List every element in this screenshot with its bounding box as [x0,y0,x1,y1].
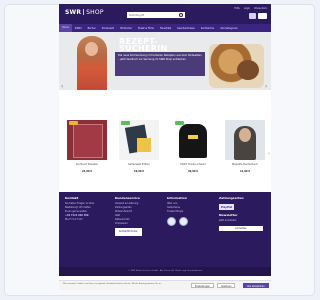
footer-link[interactable]: Impressum [115,222,157,226]
hero-person-image [77,36,107,90]
top-link-help[interactable]: Hilfe [234,7,239,10]
product-price: 19,90 € [133,170,145,173]
footer-newsletter-title: Newsletter [219,213,238,217]
product-image[interactable] [67,120,107,160]
hero-title: REZEPT- SUCHERIN [119,38,168,53]
logo-shop: SHOP [86,9,104,16]
product-card[interactable]: SWR3 Hoodie schwarz 49,90 € [173,120,213,176]
paypal-logo: PayPal [219,204,235,210]
nav-item-home[interactable]: Home [59,24,72,32]
trust-seal-icon[interactable] [167,217,176,226]
search-icon[interactable] [179,13,183,17]
product-image[interactable] [173,120,213,160]
product-badge [121,121,130,125]
nav-item-swr3[interactable]: SWR3 [72,27,85,30]
account-icon[interactable] [249,13,256,19]
nav-item-kids[interactable]: Kinderwelt [99,27,117,30]
footer-newsletter-text: Jetzt anmelden [219,219,237,222]
hero-food-image [209,44,264,88]
newsletter-button[interactable]: Anmelden [219,226,263,231]
hero-banner[interactable]: REZEPT- SUCHERIN Die neue Kochsendung mi… [59,32,271,90]
cookie-decline-button[interactable]: Ablehnen [217,283,236,288]
nav-item-all[interactable]: Alle Kategorien [217,27,241,30]
cookie-text: Wir verwenden Cookies, um Ihnen ein opti… [63,283,162,285]
footer-hours: Mo–Fr 9–17 Uhr [65,218,83,221]
account-cart-area [249,13,267,19]
nav-item-audiobooks[interactable]: Hörbücher [117,27,135,30]
search-input[interactable] [127,12,185,18]
header-bar: SWR SHOP Hilfe Login Warenkorb [59,4,271,24]
shop-page: SWR SHOP Hilfe Login Warenkorb Home SWR3 … [59,4,271,290]
paypal-label: PayPal [221,205,233,209]
footer-contact: Kontakt Sie haben Fragen zu Ihrer Bestel… [65,196,105,222]
footer-service-title: Kundenservice [115,196,140,200]
hero-prev-icon[interactable]: ‹ [61,84,65,90]
cookie-accept-button[interactable]: Alle akzeptieren [243,283,269,288]
footer-info-title: Information [167,196,187,200]
subfooter: © SWR Media Services GmbH · Alle Preise … [59,267,271,276]
footer-service: Kundenservice Versand & Lieferung Zahlun… [115,196,157,236]
product-card[interactable]: Kartenspiel Edition 19,90 € [119,120,159,176]
product-card[interactable]: Biografie Taschenbuch 12,00 € [225,120,265,176]
product-image[interactable] [225,120,265,160]
logo-divider [83,9,85,15]
footer-info: Information Über uns Gutscheine Trusted … [167,196,211,228]
certificate-seal-icon[interactable] [179,217,188,226]
product-name[interactable]: Kochbuch Klassiker [67,163,107,166]
product-name[interactable]: Biografie Taschenbuch [225,163,265,166]
top-links: Hilfe Login Warenkorb [234,7,267,10]
product-badge [69,121,78,125]
contact-form-button[interactable]: Kontaktformular [115,228,142,236]
product-slider: Kochbuch Klassiker 24,90 € Kartenspiel E… [59,120,271,182]
product-next-icon[interactable]: › [268,151,270,157]
nav-item-music-films[interactable]: Musik & Filme [135,27,157,30]
hero-next-icon[interactable]: › [265,84,269,90]
footer-contact-title: Kontakt [65,196,79,200]
footer-link[interactable]: Trusted Shops [167,210,211,214]
hero-text-box: Die neue Kochsendung mit leckeren Rezept… [115,52,205,76]
top-link-cart[interactable]: Warenkorb [254,7,267,10]
product-name[interactable]: SWR3 Hoodie schwarz [173,163,213,166]
hero-title-line2: SUCHERIN [119,44,168,53]
cookie-settings-button[interactable]: Einstellungen [191,283,214,288]
shop-logo[interactable]: SWR SHOP [65,9,104,16]
footer-payment: Zahlungsarten PayPal Newsletter Jetzt an… [219,196,267,231]
footer-payment-title: Zahlungsarten [219,196,244,200]
product-badge [175,121,184,125]
footer: Kontakt Sie haben Fragen zu Ihrer Bestel… [59,192,271,267]
cookie-banner: Wir verwenden Cookies, um Ihnen ein opti… [59,280,271,290]
product-price: 24,90 € [81,170,93,173]
product-name[interactable]: Kartenspiel Edition [119,163,159,166]
top-link-login[interactable]: Login [244,7,250,10]
product-image[interactable] [119,120,159,160]
product-card[interactable]: Kochbuch Klassiker 24,90 € [67,120,107,176]
nav-item-cookbooks[interactable]: Kochbücher [198,27,218,30]
nav-item-fan-articles[interactable]: Fanartikel [157,27,174,30]
product-price: 12,00 € [239,170,251,173]
cart-icon[interactable] [258,13,267,19]
product-price: 49,90 € [187,170,199,173]
nav-item-gifts[interactable]: Geschenkideen [174,27,198,30]
nav-item-books[interactable]: Bücher [85,27,99,30]
main-nav: Home SWR3 Bücher Kinderwelt Hörbücher Mu… [59,24,271,32]
logo-brand: SWR [65,9,82,16]
